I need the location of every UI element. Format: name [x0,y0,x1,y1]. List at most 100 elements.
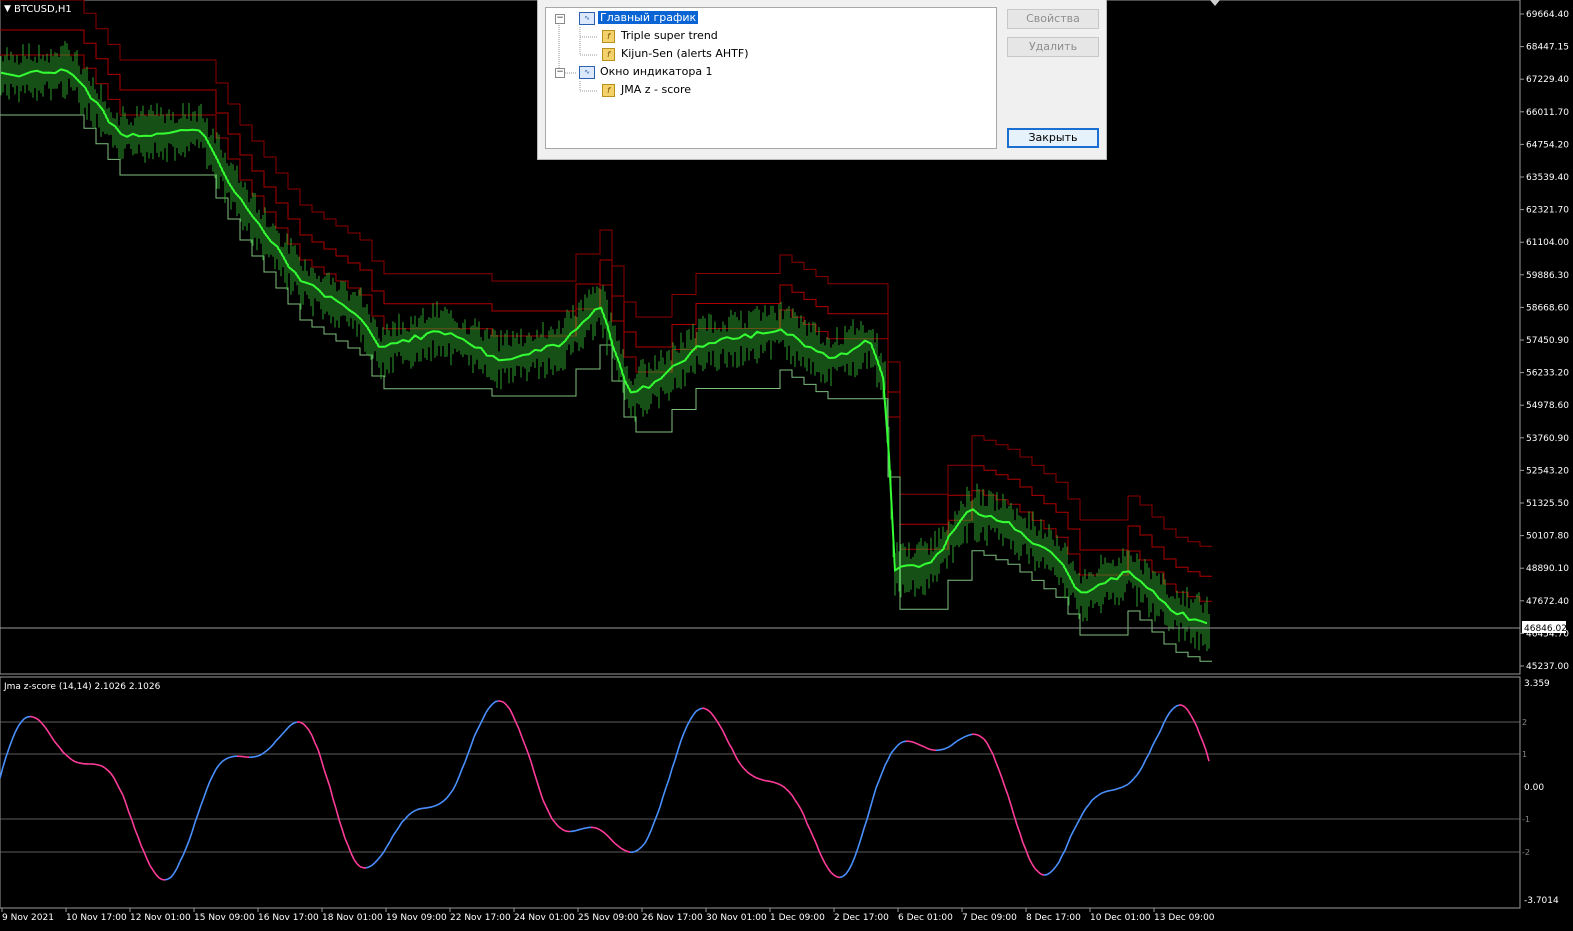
zscore-segment [758,778,763,781]
time-tick-label: 25 Nov 09:00 [578,913,639,923]
zscore-segment [767,780,772,783]
zscore-segment [95,763,100,766]
price-tick-label: 48890.10 [1526,564,1569,574]
price-tick-label: 51325.50 [1526,499,1569,509]
current-price-label: 46846.02 [1524,624,1567,634]
zscore-segment [1118,786,1123,790]
zscore-segment [1103,790,1108,793]
zscore-segment [428,806,433,809]
zscore-segment [32,716,37,719]
zscore-segment [1106,789,1111,792]
zscore-segment [1109,789,1114,792]
price-tick-label: 66011.70 [1526,108,1569,118]
price-tick-label: 54978.60 [1526,401,1569,411]
tree-item-label: Главный график [598,11,699,24]
zscore-segment [968,733,973,736]
time-tick-label: 10 Nov 17:00 [66,913,127,923]
price-tick-label: 58668.60 [1526,303,1569,313]
price-tick-label: 57450.90 [1526,336,1569,346]
zscore-segment [575,828,580,832]
time-tick-label: 10 Dec 01:00 [1090,913,1151,923]
price-axis[interactable]: 69664.40 68447.15 67229.40 66011.70 64754.20… [1520,10,1569,672]
zscore-segment [227,756,232,759]
indicator-tree[interactable]: − ∿ Главный график f Triple super trend fK… [545,7,997,149]
properties-button[interactable]: Свойства [1007,9,1099,29]
time-tick-label: 15 Nov 09:00 [194,913,255,923]
zscore-segment [626,850,631,853]
zscore-segment [1115,787,1120,791]
zscore-segment [425,806,430,809]
zscore-segment [563,829,568,833]
close-button[interactable]: Закрыть [1007,128,1099,148]
price-tick-label: 69664.40 [1526,10,1569,20]
zscore-segment [839,875,844,879]
zscore-segment [776,782,781,786]
tree-item-indicator[interactable]: f JMA z - score [602,82,693,98]
time-tick-label: 26 Nov 17:00 [642,913,703,923]
level-label: 1 [1522,750,1527,759]
tree-collapse-icon[interactable]: − [555,14,565,24]
time-tick-label: 18 Nov 01:00 [322,913,383,923]
zscore-segment [1112,788,1117,791]
zscore-segment [1040,873,1045,876]
tree-item-indicator[interactable]: f Kijun-Sen (alerts AHTF) [602,46,751,62]
custom-indicator-icon: f [602,83,615,97]
zscore-segment [80,762,85,765]
zscore-segment [929,748,934,751]
price-tick-label: 63539.40 [1526,173,1569,183]
indicator-tick-label: -3.7014 [1524,896,1559,906]
indicators-dialog[interactable]: − ∿ Главный график f Triple super trend fK… [537,0,1107,160]
zscore-segment [926,747,931,751]
time-tick-label: 30 Nov 01:00 [706,913,767,923]
time-tick-label: 2 Dec 17:00 [834,913,889,923]
zscore-segment [26,715,31,718]
zscore-segment [419,807,424,810]
indicator-tick-label: 0.00 [1524,783,1544,793]
time-axis[interactable]: 9 Nov 2021 10 Nov 17:00 12 Nov 01:00 15 Nov… [1,908,1215,923]
chart-title-arrow[interactable]: ▼ [4,4,11,14]
zscore-segment [920,744,925,748]
zscore-segment [914,742,919,745]
level-label: -2 [1522,848,1530,857]
price-tick-label: 45237.00 [1526,662,1569,672]
zscore-segment [572,829,577,832]
zscore-segment [359,865,364,869]
zscore-segment [584,826,589,829]
tree-collapse-icon[interactable]: − [555,68,565,78]
time-tick-label: 6 Dec 01:00 [898,913,953,923]
time-tick-label: 7 Dec 09:00 [962,913,1017,923]
indicator-window[interactable]: Jma z-score (14,14) 2.1026 2.1026 [0,676,1521,909]
tree-item-label: Kijun-Sen (alerts AHTF) [621,47,749,60]
tree-item-main-window[interactable]: ∿ Главный график [579,10,699,26]
zscore-segment [77,761,82,765]
tree-item-indicator[interactable]: f Triple super trend [602,28,720,44]
zscore-segment [770,780,775,784]
tree-item-sub-window[interactable]: ∿ Окно индикатора 1 [579,64,715,80]
zscore-segment [698,707,703,711]
price-tick-label: 64754.20 [1526,140,1569,150]
zscore-segment [761,779,766,782]
zscore-segment [593,826,598,830]
chart-window-icon: ∿ [579,65,595,79]
tree-item-label: Окно индикатора 1 [600,65,713,78]
time-tick-label: 1 Dec 09:00 [770,913,825,923]
indicator-axis[interactable]: 3.359 0.00 -3.7014 2 1 -1 -2 [1522,679,1559,906]
indicator-tick-label: 3.359 [1524,679,1550,689]
zscore-segment [164,878,169,881]
time-tick-label: 16 Nov 17:00 [258,913,319,923]
zscore-segment [902,740,907,743]
price-tick-label: 67229.40 [1526,75,1569,85]
zscore-segment [632,850,637,853]
price-tick-label: 61104.00 [1526,238,1569,248]
delete-button[interactable]: Удалить [1007,37,1099,57]
chart-symbol-title: BTCUSD,H1 [14,4,72,15]
zscore-segment [494,700,499,703]
time-tick-label: 8 Dec 17:00 [1026,913,1081,923]
zscore-segment [251,755,256,758]
custom-indicator-icon: f [602,47,615,61]
zscore-segment [764,779,769,782]
time-tick-label: 22 Nov 17:00 [450,913,511,923]
zscore-segment [257,754,262,757]
zscore-segment [98,764,103,767]
time-tick-label: 12 Nov 01:00 [130,913,191,923]
